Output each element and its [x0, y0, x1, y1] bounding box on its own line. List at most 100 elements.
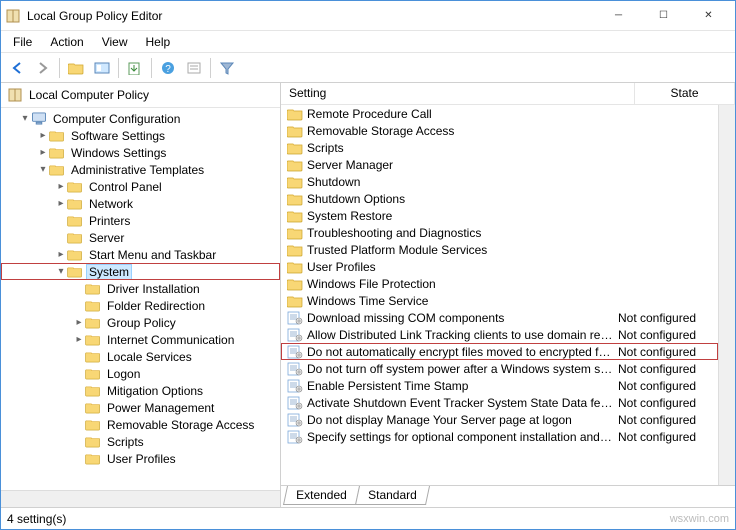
- tree-item[interactable]: ▸Start Menu and Taskbar: [1, 246, 280, 263]
- policy-icon: [287, 345, 303, 359]
- tab-extended[interactable]: Extended: [283, 486, 360, 505]
- list-item-label: Do not display Manage Your Server page a…: [307, 413, 618, 427]
- toolbar-filter-button[interactable]: [215, 56, 239, 80]
- tree-item[interactable]: Server: [1, 229, 280, 246]
- expand-icon[interactable]: ▸: [73, 317, 85, 328]
- folder-icon: [287, 277, 303, 291]
- list-header: Setting State: [281, 83, 735, 105]
- list-item[interactable]: Allow Distributed Link Tracking clients …: [281, 326, 718, 343]
- tree-item[interactable]: Removable Storage Access: [1, 416, 280, 433]
- back-button[interactable]: [5, 56, 29, 80]
- toolbar-folder-button[interactable]: [64, 56, 88, 80]
- titlebar[interactable]: Local Group Policy Editor ─ ☐ ✕: [1, 1, 735, 31]
- list-item[interactable]: Troubleshooting and Diagnostics: [281, 224, 718, 241]
- toolbar: ?: [1, 53, 735, 83]
- folder-icon: [85, 418, 101, 431]
- tree-item[interactable]: ▸Control Panel: [1, 178, 280, 195]
- settings-list[interactable]: Remote Procedure CallRemovable Storage A…: [281, 105, 718, 485]
- list-item[interactable]: Scripts: [281, 139, 718, 156]
- tree-item-label: Server: [87, 231, 126, 245]
- expand-icon[interactable]: ▸: [73, 334, 85, 345]
- tree-item[interactable]: User Profiles: [1, 450, 280, 467]
- menubar: File Action View Help: [1, 31, 735, 53]
- tree-item[interactable]: ▾Administrative Templates: [1, 161, 280, 178]
- tree-item[interactable]: Power Management: [1, 399, 280, 416]
- status-text: 4 setting(s): [7, 512, 66, 526]
- list-item[interactable]: Shutdown Options: [281, 190, 718, 207]
- folder-icon: [287, 209, 303, 223]
- list-item[interactable]: Download missing COM componentsNot confi…: [281, 309, 718, 326]
- list-item[interactable]: Removable Storage Access: [281, 122, 718, 139]
- toolbar-properties-button[interactable]: [182, 56, 206, 80]
- tree-root-row[interactable]: Local Computer Policy: [1, 83, 280, 108]
- list-item[interactable]: Do not automatically encrypt files moved…: [281, 343, 718, 360]
- tree-scrollbar-h[interactable]: [1, 490, 280, 507]
- policy-icon: [287, 328, 303, 342]
- expand-icon[interactable]: ▾: [19, 113, 31, 124]
- list-item[interactable]: System Restore: [281, 207, 718, 224]
- expand-icon[interactable]: ▸: [37, 130, 49, 141]
- list-item[interactable]: Trusted Platform Module Services: [281, 241, 718, 258]
- expand-icon[interactable]: ▸: [55, 181, 67, 192]
- toolbar-help-button[interactable]: ?: [156, 56, 180, 80]
- tree-item-label: System: [87, 265, 131, 279]
- list-item[interactable]: Remote Procedure Call: [281, 105, 718, 122]
- tree-item[interactable]: Driver Installation: [1, 280, 280, 297]
- folder-icon: [85, 435, 101, 448]
- tree-view[interactable]: ▾Computer Configuration▸Software Setting…: [1, 108, 280, 490]
- tree-item[interactable]: ▾ System: [1, 263, 280, 280]
- list-scrollbar-v[interactable]: [718, 105, 735, 485]
- tree-item[interactable]: ▸Internet Communication: [1, 331, 280, 348]
- tree-item-label: Computer Configuration: [51, 112, 182, 126]
- list-item[interactable]: Windows Time Service: [281, 292, 718, 309]
- col-state[interactable]: State: [635, 83, 735, 104]
- book-icon: [7, 87, 23, 103]
- expand-icon[interactable]: ▸: [55, 249, 67, 260]
- menu-action[interactable]: Action: [42, 33, 91, 51]
- tree-item[interactable]: ▸Group Policy: [1, 314, 280, 331]
- list-item[interactable]: Activate Shutdown Event Tracker System S…: [281, 394, 718, 411]
- list-item[interactable]: Do not display Manage Your Server page a…: [281, 411, 718, 428]
- list-item-label: Activate Shutdown Event Tracker System S…: [307, 396, 618, 410]
- tree-item[interactable]: Printers: [1, 212, 280, 229]
- list-item[interactable]: Shutdown: [281, 173, 718, 190]
- tree-item[interactable]: Mitigation Options: [1, 382, 280, 399]
- menu-file[interactable]: File: [5, 33, 40, 51]
- expand-icon[interactable]: ▾: [37, 164, 49, 175]
- list-item-state: Not configured: [618, 430, 718, 444]
- folder-icon: [287, 243, 303, 257]
- list-item[interactable]: User Profiles: [281, 258, 718, 275]
- list-item[interactable]: Enable Persistent Time StampNot configur…: [281, 377, 718, 394]
- tree-item[interactable]: Logon: [1, 365, 280, 382]
- menu-help[interactable]: Help: [138, 33, 179, 51]
- list-item-label: Specify settings for optional component …: [307, 430, 618, 444]
- separator: [151, 58, 152, 78]
- tree-item[interactable]: Scripts: [1, 433, 280, 450]
- tree-item-label: Software Settings: [69, 129, 167, 143]
- tree-item[interactable]: ▾ Computer Configuration: [1, 110, 280, 127]
- menu-view[interactable]: View: [94, 33, 136, 51]
- col-setting[interactable]: Setting: [281, 83, 635, 104]
- tree-item[interactable]: ▸ Software Settings: [1, 127, 280, 144]
- expand-icon[interactable]: ▸: [37, 147, 49, 158]
- list-item[interactable]: Server Manager: [281, 156, 718, 173]
- list-item-label: System Restore: [307, 209, 618, 223]
- tree-item[interactable]: Folder Redirection: [1, 297, 280, 314]
- tree-item[interactable]: ▸Network: [1, 195, 280, 212]
- list-item[interactable]: Do not turn off system power after a Win…: [281, 360, 718, 377]
- list-item[interactable]: Specify settings for optional component …: [281, 428, 718, 445]
- tab-standard[interactable]: Standard: [355, 486, 430, 505]
- expand-icon[interactable]: ▾: [55, 266, 67, 277]
- tree-pane: Local Computer Policy ▾ Computer Configur…: [1, 83, 281, 507]
- toolbar-export-button[interactable]: [123, 56, 147, 80]
- maximize-button[interactable]: ☐: [641, 1, 686, 30]
- tree-item[interactable]: ▸Windows Settings: [1, 144, 280, 161]
- expand-icon[interactable]: ▸: [55, 198, 67, 209]
- toolbar-options-button[interactable]: [90, 56, 114, 80]
- close-button[interactable]: ✕: [686, 1, 731, 30]
- list-item[interactable]: Windows File Protection: [281, 275, 718, 292]
- folder-icon: [49, 146, 65, 159]
- minimize-button[interactable]: ─: [596, 1, 641, 30]
- tree-item[interactable]: Locale Services: [1, 348, 280, 365]
- forward-button[interactable]: [31, 56, 55, 80]
